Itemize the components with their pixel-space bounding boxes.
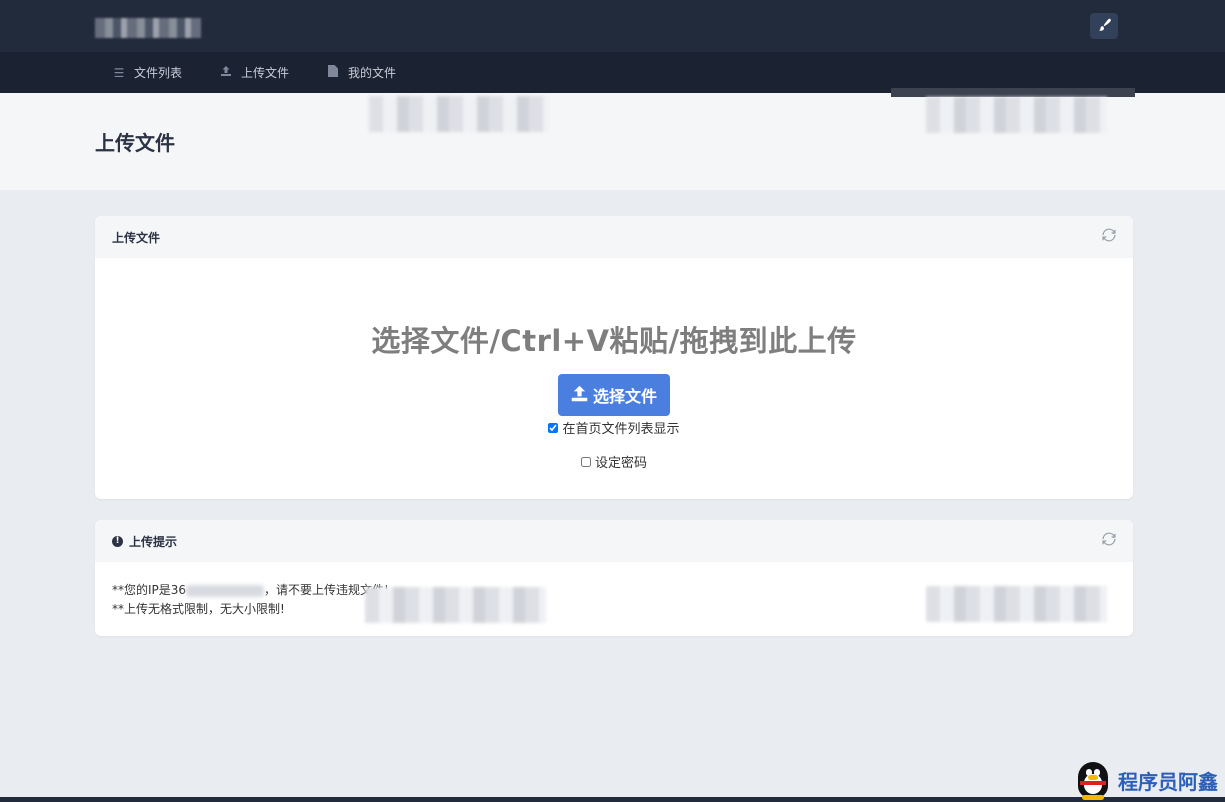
card-title-text: 上传文件 (112, 230, 161, 245)
nav-item-label: 上传文件 (241, 66, 290, 80)
page-title: 上传文件 (95, 131, 175, 155)
list-icon: ☰ (113, 65, 125, 80)
nav-item-my-files[interactable]: 我的文件 (326, 52, 396, 93)
card-header: 上传文件 (95, 216, 1133, 258)
choose-file-button[interactable]: 选择文件 (558, 374, 670, 416)
theme-brush-button[interactable] (1090, 13, 1118, 39)
site-logo[interactable] (95, 18, 201, 38)
watermark: 程序员阿鑫 (1074, 760, 1218, 800)
drop-instruction: 选择文件/Ctrl+V粘贴/拖拽到此上传 (371, 324, 857, 358)
info-icon: ! (112, 535, 123, 547)
card-title: ! 上传提示 (112, 533, 177, 550)
watermark-text: 程序员阿鑫 (1118, 769, 1218, 794)
nav-item-upload[interactable]: 上传文件 (219, 52, 289, 93)
show-on-homepage-label: 在首页文件列表显示 (562, 422, 680, 437)
set-password-checkbox[interactable] (580, 456, 591, 467)
nav-item-label: 文件列表 (134, 66, 183, 80)
upload-icon (571, 385, 588, 406)
redaction-bar (891, 88, 1135, 97)
set-password-option: 设定密码 (95, 452, 1133, 471)
card-header: ! 上传提示 (95, 520, 1133, 562)
refresh-icon[interactable] (1102, 532, 1116, 550)
redaction-mosaic (369, 96, 549, 132)
card-title: 上传文件 (112, 229, 160, 246)
top-header (0, 0, 1225, 52)
choose-file-label: 选择文件 (592, 387, 657, 406)
qq-penguin-icon (1074, 760, 1112, 800)
set-password-label: 设定密码 (594, 456, 647, 471)
upload-icon (219, 65, 233, 80)
refresh-icon[interactable] (1102, 228, 1116, 246)
tip-ip-prefix: **您的IP是36 (112, 583, 187, 597)
redaction-mosaic (926, 586, 1107, 622)
redaction-mosaic (926, 97, 1107, 133)
nav-item-label: 我的文件 (348, 66, 397, 80)
upload-card: 上传文件 选择文件/Ctrl+V粘贴/拖拽到此上传 选择文件 在首页文件列表显示… (95, 216, 1133, 499)
show-on-homepage-checkbox[interactable] (548, 422, 559, 433)
file-icon (326, 65, 340, 80)
main-nav: ☰ 文件列表 上传文件 我的文件 (0, 52, 1225, 93)
brush-icon (1098, 18, 1111, 35)
nav-item-file-list[interactable]: ☰ 文件列表 (112, 52, 182, 93)
upload-drop-zone[interactable]: 选择文件/Ctrl+V粘贴/拖拽到此上传 选择文件 在首页文件列表显示 设定密码 (95, 258, 1133, 499)
show-on-homepage-option: 在首页文件列表显示 (95, 418, 1133, 437)
card-title-text: 上传提示 (129, 534, 178, 549)
redaction-mosaic (365, 587, 546, 623)
ip-redaction (186, 584, 265, 597)
footer-strip (0, 797, 1225, 802)
